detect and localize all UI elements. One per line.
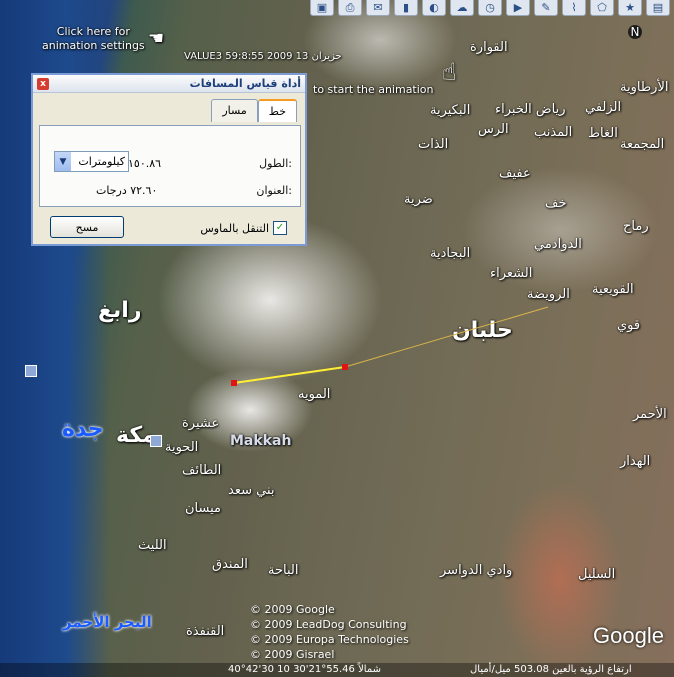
dialog-titlebar[interactable]: x أداة قياس المسافات: [33, 75, 305, 93]
map-credits: © 2009 Google © 2009 LeadDog Consulting …: [250, 602, 409, 662]
heading-label: العنوان:: [256, 184, 292, 197]
line-panel: الطول: ١٥٠.٨٦ ▼ كيلومترات العنوان: ٧٢.٦٠…: [39, 125, 301, 207]
credit-line: © 2009 Google: [250, 603, 335, 616]
measure-end-point: [342, 364, 348, 370]
dialog-title: أداة قياس المسافات: [189, 77, 301, 90]
credit-line: © 2009 Gisrael: [250, 648, 335, 661]
credit-line: © 2009 Europa Technologies: [250, 633, 409, 646]
mouse-nav-label: التنقل بالماوس: [200, 221, 269, 235]
google-logo: Google: [593, 623, 664, 648]
road-line: [344, 306, 549, 368]
heading-value: ٧٢.٦٠ درجات: [96, 184, 158, 197]
mouse-nav-option[interactable]: التنقل بالماوس ✓: [200, 221, 287, 235]
measure-start-point: [231, 380, 237, 386]
eye-altitude-readout: ارتفاع الرؤية بالعين 503.08 ميل/أميال: [470, 664, 632, 675]
coordinates-readout: شمالاً 55.46°21'30 10 30'42°40: [228, 664, 382, 675]
tab-line[interactable]: خط: [257, 99, 297, 122]
length-value: ١٥٠.٨٦: [128, 157, 162, 170]
unit-select[interactable]: ▼ كيلومترات: [54, 151, 129, 172]
status-bar: شمالاً 55.46°21'30 10 30'42°40 ارتفاع ال…: [0, 663, 674, 677]
credit-line: © 2009 LeadDog Consulting: [250, 618, 407, 631]
length-label: الطول:: [259, 157, 292, 170]
ruler-dialog: x أداة قياس المسافات مسار خط الطول: ١٥٠.…: [31, 73, 307, 246]
mouse-nav-checkbox[interactable]: ✓: [273, 221, 287, 235]
unit-selected: كيلومترات: [78, 155, 125, 168]
clear-button[interactable]: مسح: [50, 216, 124, 238]
chevron-down-icon[interactable]: ▼: [55, 152, 71, 171]
tab-path[interactable]: مسار: [211, 99, 258, 122]
dialog-tabs: مسار خط: [211, 99, 297, 122]
close-button[interactable]: x: [37, 77, 49, 90]
measure-line: [233, 366, 346, 384]
